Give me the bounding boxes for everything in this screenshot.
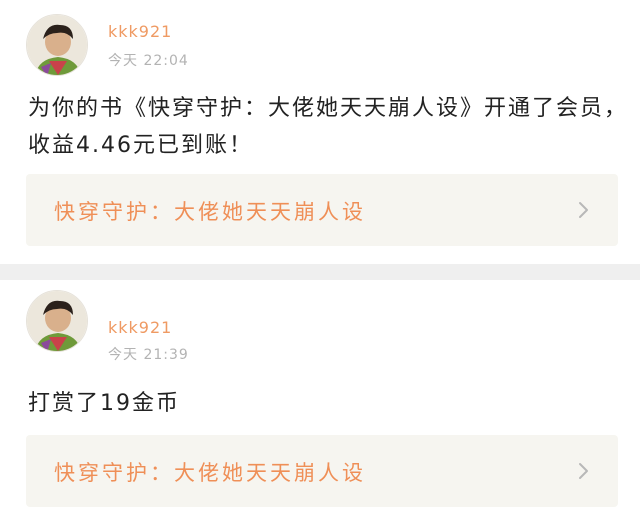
username[interactable]: kkk921 <box>108 318 172 337</box>
chevron-right-icon <box>579 463 588 479</box>
avatar-image <box>27 15 87 75</box>
timestamp: 今天 21:39 <box>108 347 189 363</box>
book-title: 快穿守护：大佬她天天崩人设 <box>54 461 366 485</box>
chevron-right-icon <box>579 202 588 218</box>
username[interactable]: kkk921 <box>108 22 172 41</box>
avatar[interactable] <box>26 14 88 76</box>
notification-message: 为你的书《快穿守护：大佬她天天崩人设》开通了会员，收益4.46元已到账！ <box>28 96 629 158</box>
notification-card: kkk921 今天 22:04 为你的书《快穿守护：大佬她天天崩人设》开通了会员… <box>0 0 640 264</box>
avatar-image <box>27 291 87 351</box>
book-link-card[interactable]: 快穿守护：大佬她天天崩人设 <box>26 174 618 246</box>
notification-feed: kkk921 今天 22:04 为你的书《快穿守护：大佬她天天崩人设》开通了会员… <box>0 0 640 528</box>
book-title: 快穿守护：大佬她天天崩人设 <box>54 200 366 224</box>
notification-card: kkk921 今天 21:39 打赏了19金币 快穿守护：大佬她天天崩人设 <box>0 280 640 528</box>
timestamp: 今天 22:04 <box>108 53 189 69</box>
notification-message: 打赏了19金币 <box>28 391 180 416</box>
book-link-card[interactable]: 快穿守护：大佬她天天崩人设 <box>26 435 618 507</box>
avatar[interactable] <box>26 290 88 352</box>
